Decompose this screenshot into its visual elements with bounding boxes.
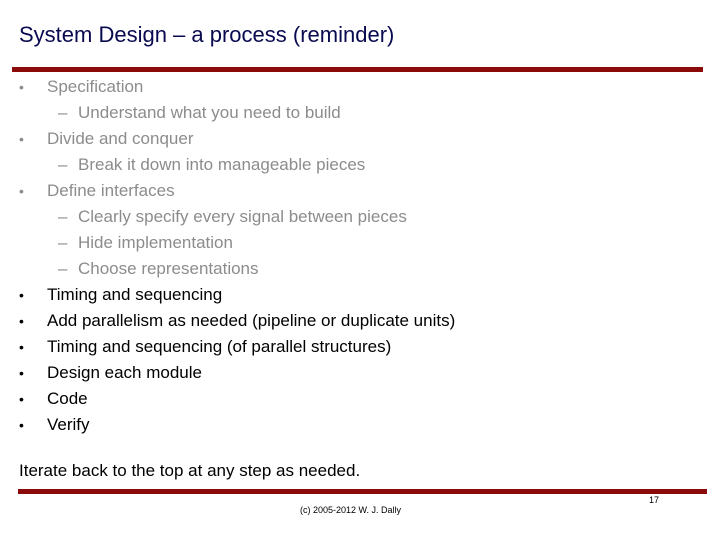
item-text: Divide and conquer — [47, 129, 194, 148]
sub-bullet-item: – Choose representations — [0, 256, 720, 282]
bullet-item: • Divide and conquer — [0, 126, 720, 152]
item-text: Add parallelism as needed (pipeline or d… — [47, 311, 456, 330]
item-text: Define interfaces — [47, 181, 175, 200]
bullet-item: • Add parallelism as needed (pipeline or … — [0, 308, 720, 334]
bullet-marker-icon: • — [19, 287, 24, 303]
bullet-marker-icon: • — [19, 417, 24, 433]
bullet-item: • Verify — [0, 412, 720, 438]
title-divider — [12, 67, 703, 72]
bullet-marker-icon: • — [19, 183, 24, 199]
dash-marker-icon: – — [58, 155, 68, 174]
item-text: Specification — [47, 77, 144, 96]
item-text: Design each module — [47, 363, 202, 382]
slide-title: System Design – a process (reminder) — [19, 22, 395, 47]
bullet-marker-icon: • — [19, 339, 24, 355]
sub-bullet-item: – Hide implementation — [0, 230, 720, 256]
item-text: Understand what you need to build — [78, 103, 341, 122]
dash-marker-icon: – — [58, 103, 68, 122]
bullet-marker-icon: • — [19, 79, 24, 95]
bullet-item: • Code — [0, 386, 720, 412]
item-text: Hide implementation — [78, 233, 233, 252]
bullet-item: • Timing and sequencing — [0, 282, 720, 308]
item-text: Timing and sequencing — [47, 285, 223, 304]
page-number: 17 — [649, 495, 660, 505]
item-text: Verify — [47, 415, 90, 434]
bullet-marker-icon: • — [19, 365, 24, 381]
footer-divider — [18, 489, 707, 494]
item-text: Break it down into manageable pieces — [78, 155, 366, 174]
bullet-marker-icon: • — [19, 313, 24, 329]
dash-marker-icon: – — [58, 233, 68, 252]
footnote: Iterate back to the top at any step as n… — [19, 461, 361, 480]
sub-bullet-item: – Understand what you need to build — [0, 100, 720, 126]
bullet-item: • Define interfaces — [0, 178, 720, 204]
sub-bullet-item: – Clearly specify every signal between pi… — [0, 204, 720, 230]
bullet-item: • Design each module — [0, 360, 720, 386]
copyright: (c) 2005-2012 W. J. Dally — [300, 505, 402, 515]
item-text: Timing and sequencing (of parallel struc… — [47, 337, 392, 356]
item-text: Choose representations — [78, 259, 259, 278]
item-text: Code — [47, 389, 88, 408]
bullet-marker-icon: • — [19, 391, 24, 407]
bullet-item: • Timing and sequencing (of parallel stru… — [0, 334, 720, 360]
bullet-list: • Specification – Understand what you need … — [0, 74, 720, 438]
item-text: Clearly specify every signal between pie… — [78, 207, 407, 226]
bullet-item: • Specification — [0, 74, 720, 100]
dash-marker-icon: – — [58, 259, 68, 278]
dash-marker-icon: – — [58, 207, 68, 226]
bullet-marker-icon: • — [19, 131, 24, 147]
sub-bullet-item: – Break it down into manageable pieces — [0, 152, 720, 178]
